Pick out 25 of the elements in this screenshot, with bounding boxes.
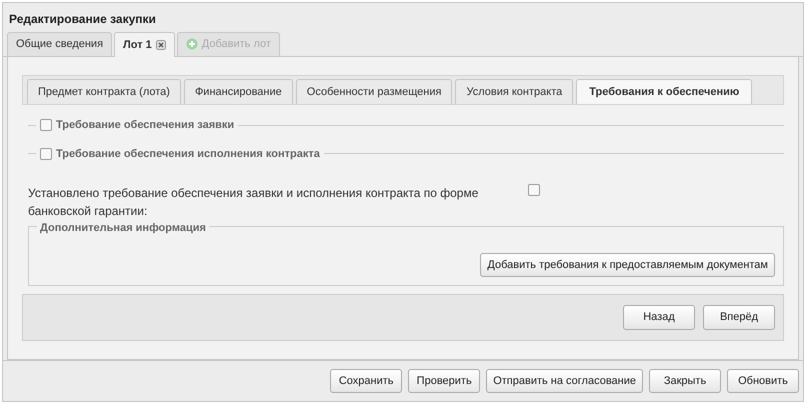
nav-button[interactable]: Вперёд bbox=[703, 305, 775, 330]
close-icon[interactable] bbox=[156, 40, 166, 50]
tab[interactable]: Общие сведения bbox=[7, 32, 112, 56]
section-title: Требование обеспечения исполнения контракта bbox=[56, 146, 320, 162]
tab[interactable]: Особенности размещения bbox=[296, 78, 452, 104]
tab[interactable]: Условия контракта bbox=[455, 78, 574, 104]
window-title: Редактирование закупки bbox=[8, 11, 157, 28]
footer-button[interactable]: Отправить на согласование bbox=[486, 368, 643, 393]
nav-button[interactable]: Назад bbox=[623, 305, 695, 330]
section-title: Дополнительная информация bbox=[37, 220, 209, 236]
checkbox[interactable] bbox=[40, 148, 52, 160]
section-title: Требование обеспечения заявки bbox=[56, 118, 234, 133]
checkbox[interactable] bbox=[40, 119, 52, 132]
tab[interactable]: Предмет контракта (лота) bbox=[27, 78, 181, 104]
checkbox[interactable] bbox=[528, 184, 540, 196]
add-requirements-button[interactable]: Добавить требования к предоставляемым документам bbox=[480, 252, 775, 277]
footer-button[interactable]: Закрыть bbox=[649, 368, 721, 393]
tab[interactable]: Лот 1 bbox=[114, 32, 175, 56]
tab[interactable]: Финансирование bbox=[184, 78, 293, 104]
footer-button[interactable]: Сохранить bbox=[330, 368, 402, 393]
footer-button[interactable]: Проверить bbox=[408, 368, 480, 393]
footer-button[interactable]: Обновить bbox=[727, 368, 799, 393]
field-label: Установлено требование обеспечения заявки и исполнения контракта по форме банковской гарантии: bbox=[28, 185, 480, 220]
tab[interactable]: Требования к обеспечению bbox=[576, 78, 752, 104]
plus-icon bbox=[186, 38, 198, 50]
